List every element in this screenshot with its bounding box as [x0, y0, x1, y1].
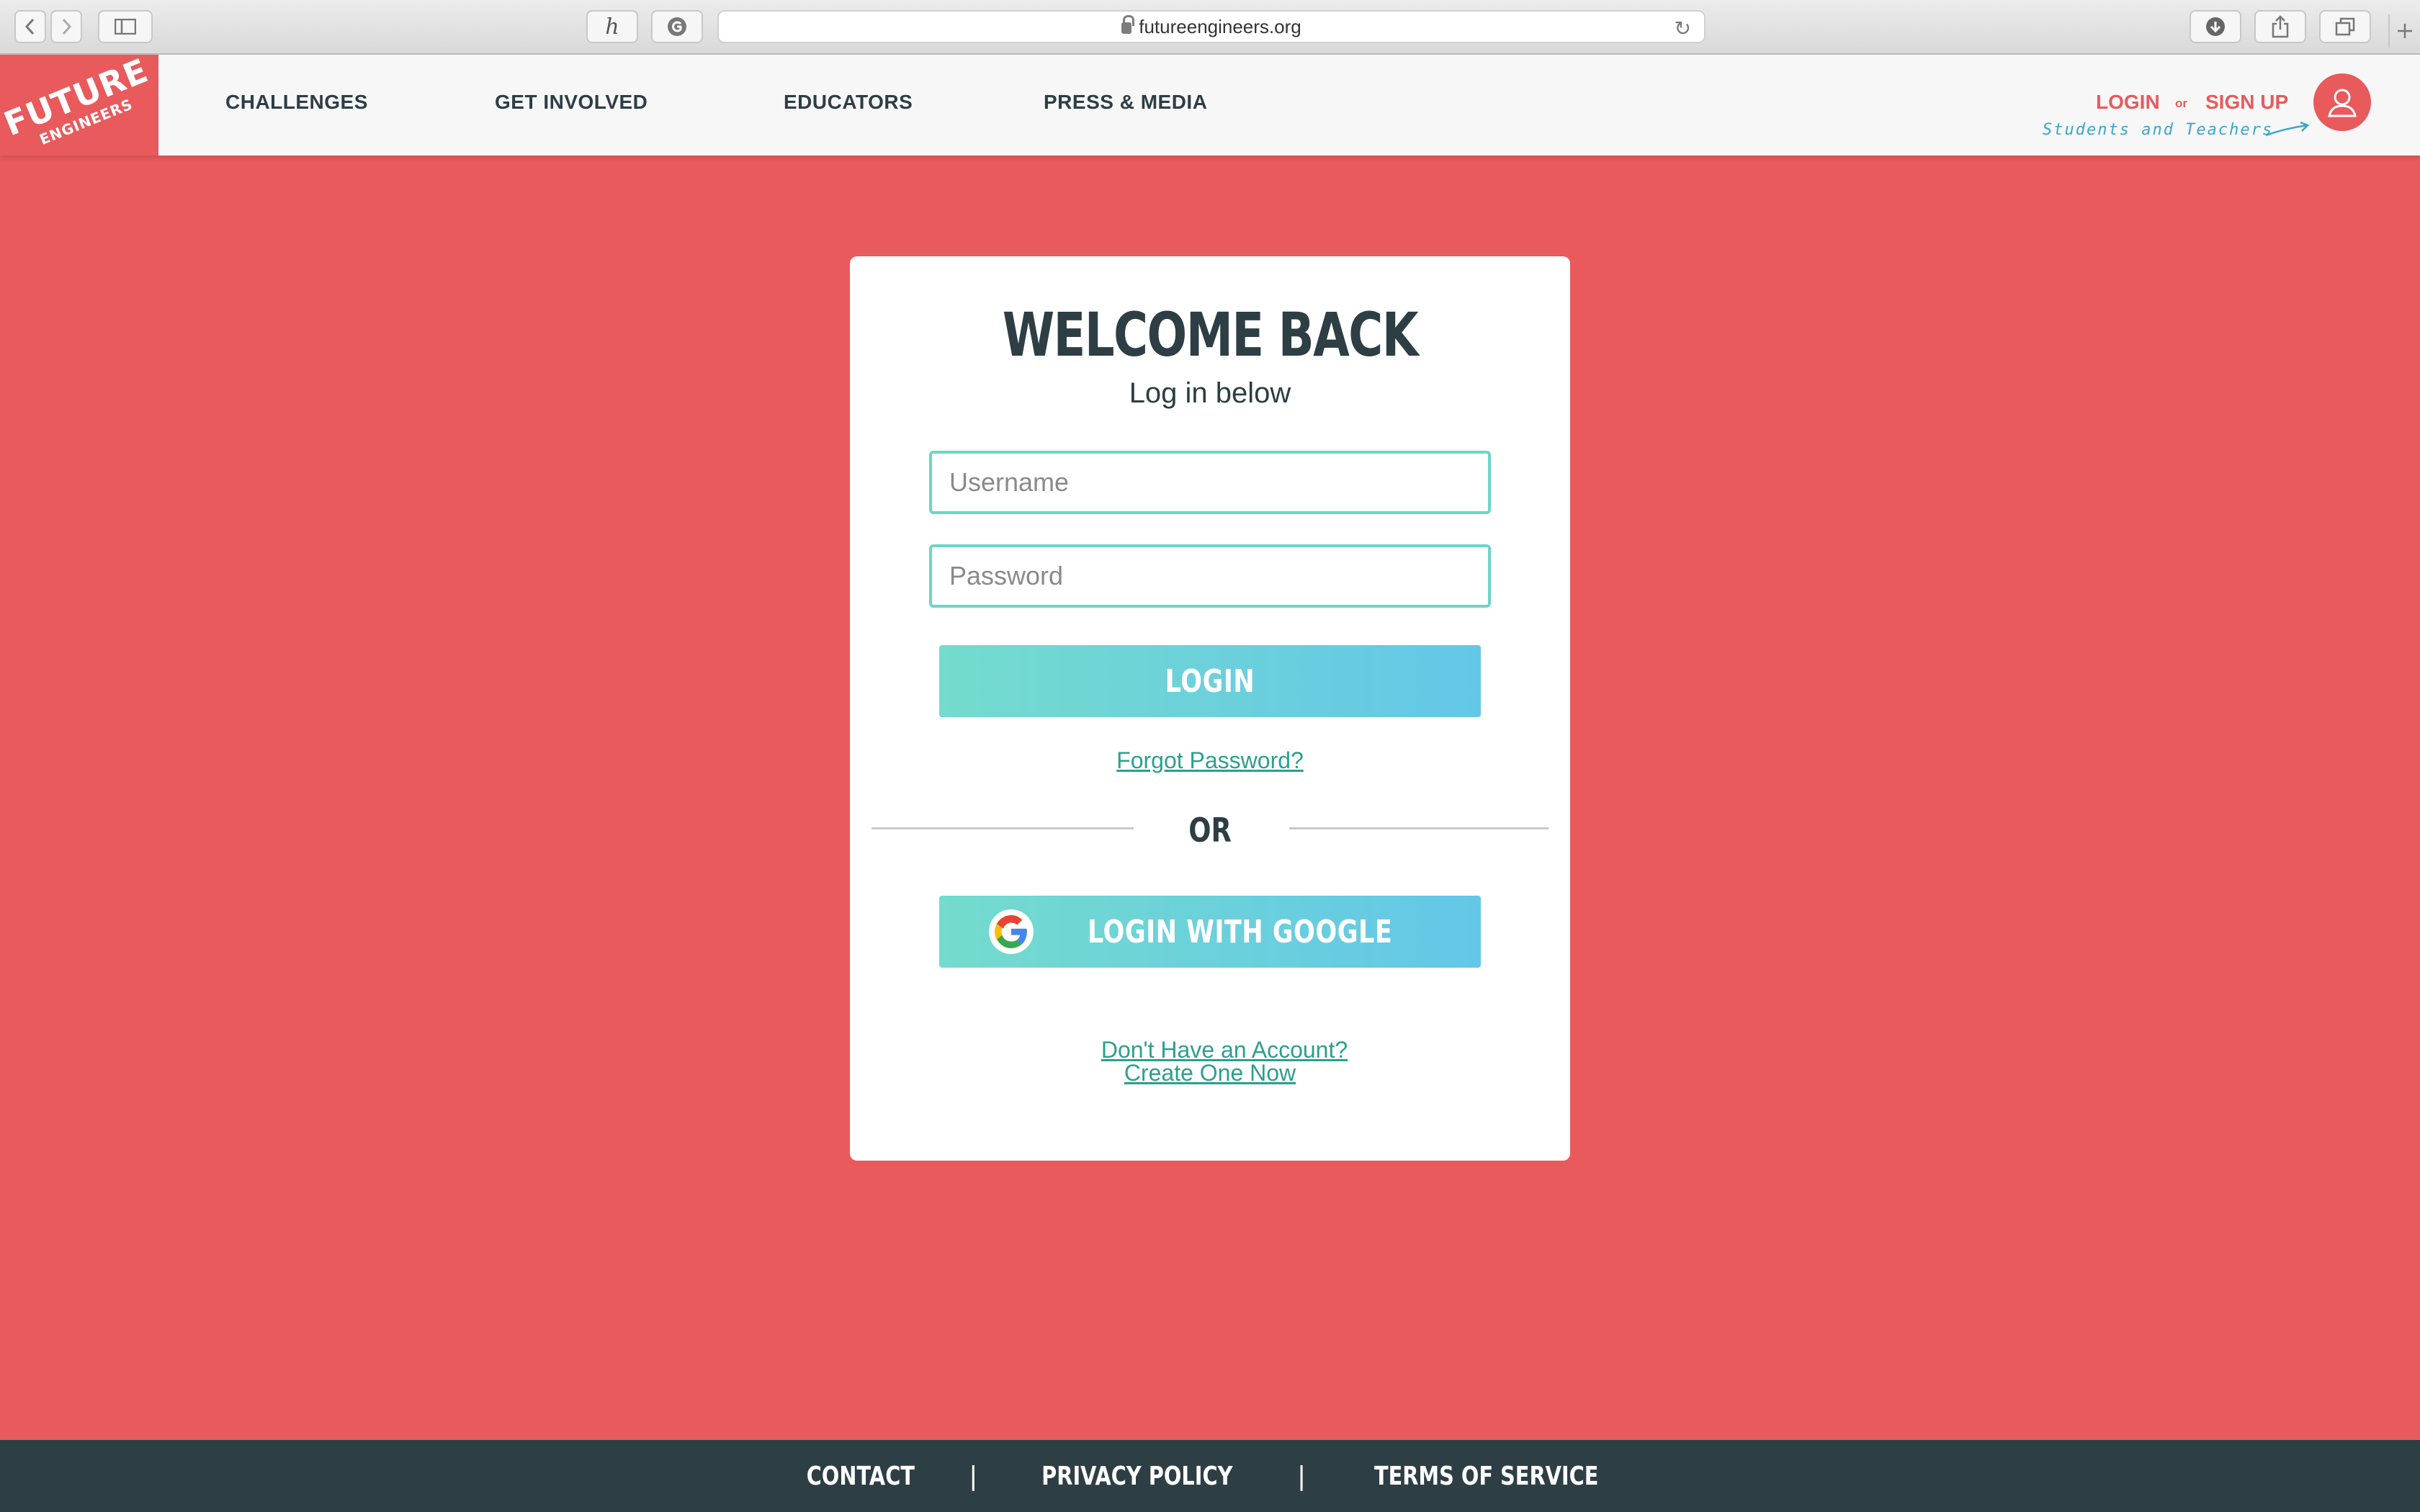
tabs-icon — [2335, 17, 2355, 36]
url-text: futureengineers.org — [1139, 15, 1301, 37]
share-icon — [2272, 15, 2289, 38]
user-icon — [2328, 89, 2357, 117]
nav-get-involved[interactable]: GET INVOLVED — [495, 91, 647, 114]
site-footer: CONTACT | PRIVACY POLICY | TERMS OF SERV… — [0, 1440, 2420, 1512]
create-account-link[interactable]: Create One Now — [850, 1060, 1570, 1086]
page-subtitle: Log in below — [1129, 377, 1291, 409]
honey-icon: h — [605, 14, 619, 40]
chevron-left-icon — [24, 18, 35, 35]
site-header: FUTURE ENGINEERS CHALLENGES GET INVOLVED… — [0, 50, 2420, 156]
username-input[interactable] — [929, 451, 1491, 514]
header-students-teachers-note: Students and Teachers — [2043, 121, 2274, 139]
grammarly-icon — [668, 17, 686, 36]
or-separator: OR — [1188, 811, 1232, 850]
lock-icon — [1121, 15, 1135, 34]
user-avatar-button[interactable] — [2313, 73, 2371, 131]
login-with-google-button[interactable]: LOGIN WITH GOOGLE — [939, 896, 1481, 968]
footer-separator: | — [969, 1461, 978, 1491]
login-button[interactable]: LOGIN — [939, 645, 1481, 717]
new-tab-button[interactable] — [2388, 14, 2420, 48]
browser-toolbar: h futureengineers.org ↻ — [0, 0, 2420, 55]
chevron-right-icon — [62, 18, 72, 35]
google-icon — [989, 909, 1034, 954]
header-login-link[interactable]: LOGIN — [2096, 91, 2160, 114]
forward-button[interactable] — [50, 10, 82, 43]
tabs-overview-button[interactable] — [2319, 10, 2371, 43]
nav-press-media[interactable]: PRESS & MEDIA — [1044, 91, 1207, 114]
divider-right — [1289, 827, 1549, 829]
logo-wordmark: FUTURE ENGINEERS — [0, 50, 154, 148]
footer-terms-link[interactable]: TERMS OF SERVICE — [1374, 1462, 1599, 1491]
extension-grammarly-button[interactable] — [651, 10, 703, 43]
reload-icon[interactable]: ↻ — [1675, 17, 1691, 40]
login-card: WELCOME BACK Log in below LOGIN Forgot P… — [850, 256, 1570, 1161]
header-or-text: or — [2175, 96, 2187, 110]
back-button[interactable] — [14, 10, 46, 43]
download-icon — [2206, 17, 2225, 36]
nav-challenges[interactable]: CHALLENGES — [225, 91, 368, 114]
forgot-password-link[interactable]: Forgot Password? — [850, 747, 1570, 774]
arrow-icon — [2265, 121, 2310, 137]
page-title: WELCOME BACK — [1002, 300, 1419, 370]
plus-icon — [2398, 24, 2412, 38]
password-input[interactable] — [929, 544, 1491, 608]
login-button-label: LOGIN — [1165, 662, 1255, 700]
footer-privacy-link[interactable]: PRIVACY POLICY — [1042, 1462, 1233, 1491]
sidebar-icon — [115, 19, 136, 35]
header-signup-link[interactable]: SIGN UP — [2205, 91, 2288, 114]
sidebar-toggle-button[interactable] — [98, 10, 153, 43]
address-bar[interactable]: futureengineers.org ↻ — [717, 10, 1706, 43]
extension-honey-button[interactable]: h — [586, 10, 638, 43]
footer-contact-link[interactable]: CONTACT — [807, 1462, 915, 1491]
google-button-label: LOGIN WITH GOOGLE — [1088, 913, 1393, 950]
logo[interactable]: FUTURE ENGINEERS — [0, 50, 158, 156]
nav-educators[interactable]: EDUCATORS — [784, 91, 913, 114]
share-button[interactable] — [2254, 10, 2306, 43]
footer-separator: | — [1297, 1461, 1307, 1491]
downloads-button[interactable] — [2190, 10, 2241, 43]
